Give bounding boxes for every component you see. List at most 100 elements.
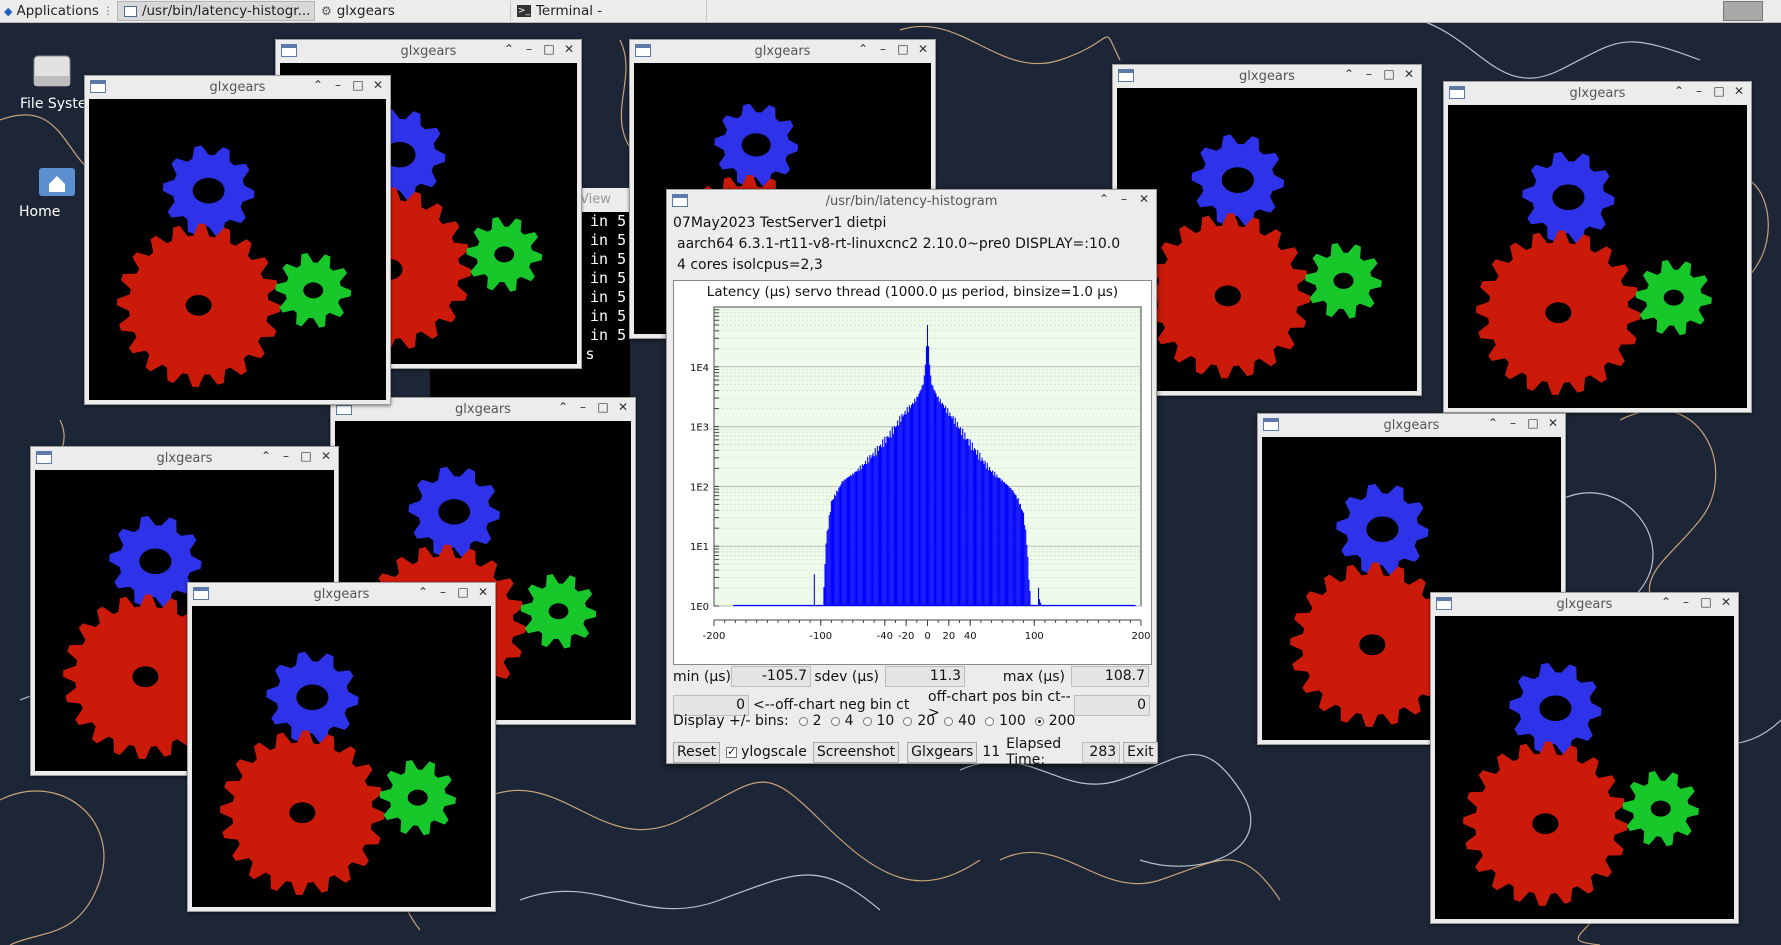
- bins-radio-100[interactable]: 100: [985, 713, 1026, 729]
- latency-histogram-chart: Latency (µs) servo thread (1000.0 µs per…: [690, 284, 1151, 642]
- minimize-icon[interactable]: –: [1691, 84, 1707, 98]
- applications-menu[interactable]: ◆ Applications ⋮: [0, 0, 117, 22]
- task-latency-histogram[interactable]: /usr/bin/latency-histogr...: [116, 1, 315, 21]
- close-icon[interactable]: ✕: [615, 400, 631, 414]
- close-icon[interactable]: ✕: [370, 78, 386, 92]
- window-titlebar[interactable]: glxgears ⌃ – □ ✕: [1431, 593, 1738, 616]
- close-icon[interactable]: ✕: [475, 585, 491, 599]
- bins-radio-4[interactable]: 4: [830, 713, 854, 729]
- minimize-icon[interactable]: –: [875, 42, 891, 56]
- window-titlebar[interactable]: glxgears ⌃ – □ ✕: [276, 40, 581, 63]
- shade-icon[interactable]: ⌃: [1485, 416, 1501, 430]
- window-menu-icon[interactable]: [672, 194, 688, 207]
- window-menu-icon[interactable]: [1118, 69, 1134, 82]
- window-titlebar[interactable]: glxgears ⌃ – □ ✕: [1258, 414, 1565, 437]
- shade-icon[interactable]: ⌃: [855, 42, 871, 56]
- window-menu-icon[interactable]: [635, 44, 651, 57]
- close-icon[interactable]: ✕: [318, 449, 334, 463]
- minimize-icon[interactable]: –: [1505, 416, 1521, 430]
- glxgears-window[interactable]: glxgears ⌃ – □ ✕: [1112, 64, 1422, 396]
- window-menu-icon[interactable]: [1263, 418, 1279, 431]
- histogram-bar: [967, 438, 969, 606]
- close-icon[interactable]: ✕: [561, 42, 577, 56]
- window-titlebar[interactable]: glxgears ⌃ – □ ✕: [630, 40, 935, 63]
- window-titlebar[interactable]: glxgears ⌃ – □ ✕: [31, 447, 338, 470]
- minimize-icon[interactable]: –: [1678, 595, 1694, 609]
- window-menu-icon[interactable]: [1436, 597, 1452, 610]
- radio-dot-icon[interactable]: [903, 716, 913, 726]
- histogram-bar: [856, 471, 858, 606]
- shade-icon[interactable]: ⌃: [1096, 192, 1112, 206]
- radio-dot-icon[interactable]: [798, 716, 808, 726]
- minimize-icon[interactable]: –: [521, 42, 537, 56]
- ylogscale-toggle[interactable]: ylogscale: [723, 744, 807, 760]
- maximize-icon[interactable]: □: [541, 42, 557, 56]
- minimize-icon[interactable]: –: [1116, 192, 1132, 206]
- radio-dot-icon[interactable]: [862, 716, 872, 726]
- minimize-icon[interactable]: –: [435, 585, 451, 599]
- shade-icon[interactable]: ⌃: [415, 585, 431, 599]
- bins-radio-200[interactable]: 200: [1034, 713, 1075, 729]
- window-titlebar[interactable]: glxgears ⌃ – □ ✕: [188, 583, 495, 606]
- maximize-icon[interactable]: □: [298, 449, 314, 463]
- close-icon[interactable]: ✕: [1136, 192, 1152, 206]
- bins-radio-10[interactable]: 10: [862, 713, 894, 729]
- screenshot-button[interactable]: Screenshot: [812, 741, 900, 763]
- histogram-bar: [863, 464, 866, 606]
- maximize-icon[interactable]: □: [595, 400, 611, 414]
- glxgears-window[interactable]: glxgears ⌃ – □ ✕: [1443, 81, 1752, 413]
- minimize-icon[interactable]: –: [278, 449, 294, 463]
- maximize-icon[interactable]: □: [455, 585, 471, 599]
- window-menu-icon[interactable]: [90, 80, 106, 93]
- glxgears-button[interactable]: Glxgears: [907, 741, 978, 763]
- glxgears-window[interactable]: glxgears ⌃ – □ ✕: [1430, 592, 1739, 924]
- maximize-icon[interactable]: □: [1711, 84, 1727, 98]
- close-icon[interactable]: ✕: [1718, 595, 1734, 609]
- reset-button[interactable]: Reset: [673, 741, 721, 763]
- shade-icon[interactable]: ⌃: [310, 78, 326, 92]
- window-menu-icon[interactable]: [193, 587, 209, 600]
- maximize-icon[interactable]: □: [895, 42, 911, 56]
- close-icon[interactable]: ✕: [1545, 416, 1561, 430]
- workspace-switcher[interactable]: [1723, 1, 1763, 21]
- shade-icon[interactable]: ⌃: [1341, 67, 1357, 81]
- window-titlebar[interactable]: glxgears ⌃ – □ ✕: [1444, 82, 1751, 105]
- exit-button[interactable]: Exit: [1123, 741, 1158, 763]
- latency-histogram-window[interactable]: /usr/bin/latency-histogram ⌃ – ✕ 07May20…: [666, 189, 1158, 768]
- minimize-icon[interactable]: –: [330, 78, 346, 92]
- radio-dot-icon[interactable]: [830, 716, 840, 726]
- maximize-icon[interactable]: □: [1381, 67, 1397, 81]
- shade-icon[interactable]: ⌃: [258, 449, 274, 463]
- window-menu-icon[interactable]: [281, 44, 297, 57]
- maximize-icon[interactable]: □: [350, 78, 366, 92]
- glxgears-window[interactable]: glxgears ⌃ – □ ✕: [187, 582, 496, 912]
- bins-radio-20[interactable]: 20: [903, 713, 935, 729]
- maximize-icon[interactable]: □: [1698, 595, 1714, 609]
- window-titlebar[interactable]: /usr/bin/latency-histogram ⌃ – ✕: [667, 190, 1156, 213]
- maximize-icon[interactable]: □: [1525, 416, 1541, 430]
- bins-radio-2[interactable]: 2: [798, 713, 822, 729]
- radio-dot-icon[interactable]: [985, 716, 994, 726]
- minimize-icon[interactable]: –: [575, 400, 591, 414]
- task-terminal[interactable]: >_ Terminal -: [511, 1, 707, 21]
- shade-icon[interactable]: ⌃: [1671, 84, 1687, 98]
- bins-radio-40[interactable]: 40: [944, 713, 976, 729]
- window-titlebar[interactable]: glxgears ⌃ – □ ✕: [1113, 65, 1421, 88]
- radio-dot-icon[interactable]: [944, 716, 954, 726]
- shade-icon[interactable]: ⌃: [555, 400, 571, 414]
- window-menu-icon[interactable]: [1449, 86, 1465, 99]
- window-menu-icon[interactable]: [36, 451, 52, 464]
- ylogscale-checkbox[interactable]: [726, 745, 738, 758]
- minimize-icon[interactable]: –: [1361, 67, 1377, 81]
- shade-icon[interactable]: ⌃: [1658, 595, 1674, 609]
- close-icon[interactable]: ✕: [1731, 84, 1747, 98]
- histogram-bar: [964, 432, 966, 606]
- task-glxgears[interactable]: ⚙ glxgears: [315, 1, 511, 21]
- desktop-icon-file-system[interactable]: File Syste: [12, 52, 92, 112]
- shade-icon[interactable]: ⌃: [501, 42, 517, 56]
- close-icon[interactable]: ✕: [915, 42, 931, 56]
- glxgears-window[interactable]: glxgears ⌃ – □ ✕: [84, 75, 391, 405]
- close-icon[interactable]: ✕: [1401, 67, 1417, 81]
- window-titlebar[interactable]: glxgears ⌃ – □ ✕: [85, 76, 390, 99]
- radio-dot-icon[interactable]: [1034, 716, 1044, 726]
